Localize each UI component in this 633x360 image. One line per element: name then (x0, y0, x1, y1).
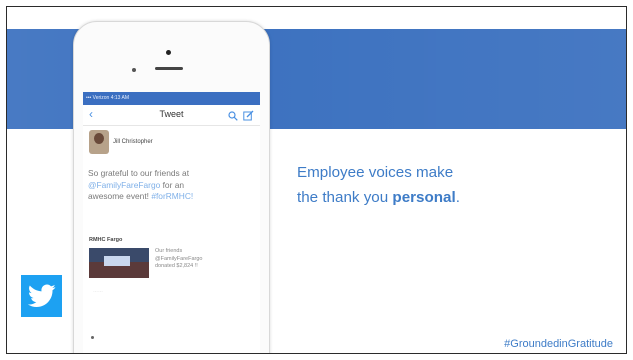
footer-hashtag: #GroundedinGratitude (504, 338, 613, 350)
card-line: @FamilyFareFargo (155, 255, 203, 262)
author-name[interactable]: Jill Christopher (113, 139, 153, 145)
phone-mockup: ••• Verizon 4:13 AM ‹ Tweet Jill Christo… (73, 21, 270, 353)
message-emphasis: personal (392, 189, 456, 206)
avatar[interactable] (89, 130, 109, 154)
quoted-card-image[interactable] (89, 248, 149, 278)
tweet-line-2-rest: for an (160, 179, 185, 190)
quoted-card-title[interactable]: RMHC Fargo (89, 237, 122, 243)
twitter-bird-icon (21, 275, 62, 317)
phone-speaker (155, 67, 183, 70)
slide-message: Employee voices make the thank you perso… (297, 160, 460, 210)
message-line-1: Employee voices make (297, 164, 454, 181)
tweet-line-2: @FamilyFareFargo for an (88, 180, 248, 192)
slide: ••• Verizon 4:13 AM ‹ Tweet Jill Christo… (6, 6, 627, 354)
tweet-text: So grateful to our friends at @FamilyFar… (88, 168, 248, 203)
quoted-card-text: Our friends @FamilyFareFargo donated $2,… (155, 248, 202, 271)
card-line: donated $2,824 !! (155, 263, 198, 269)
phone-sensor-dot (166, 50, 171, 55)
tweet-line-3-prefix: awesome event! (88, 191, 152, 201)
message-line-2: the thank you personal. (297, 185, 460, 210)
card-line: Our friends (155, 248, 183, 254)
message-line-2-suffix: . (455, 189, 460, 206)
tweet-author[interactable]: Jill Christopher (89, 130, 249, 160)
faint-text: …… (93, 288, 103, 294)
tweet-line-1: So grateful to our friends at (88, 168, 190, 178)
hashtag-link[interactable]: #forRMHC! (151, 191, 193, 201)
search-icon[interactable] (228, 108, 238, 126)
phone-screen: ••• Verizon 4:13 AM ‹ Tweet Jill Christo… (83, 92, 260, 353)
phone-camera-dot (132, 68, 136, 72)
tweet-nav-bar: ‹ Tweet (83, 105, 260, 126)
mention-link[interactable]: @FamilyFareFargo (88, 180, 160, 190)
message-line-2-prefix: the thank you (297, 189, 393, 206)
status-bar: ••• Verizon 4:13 AM (83, 92, 260, 105)
tweet-line-3: awesome event! #forRMHC! (88, 191, 248, 203)
indicator-dot (91, 336, 94, 339)
compose-icon[interactable] (243, 108, 254, 126)
